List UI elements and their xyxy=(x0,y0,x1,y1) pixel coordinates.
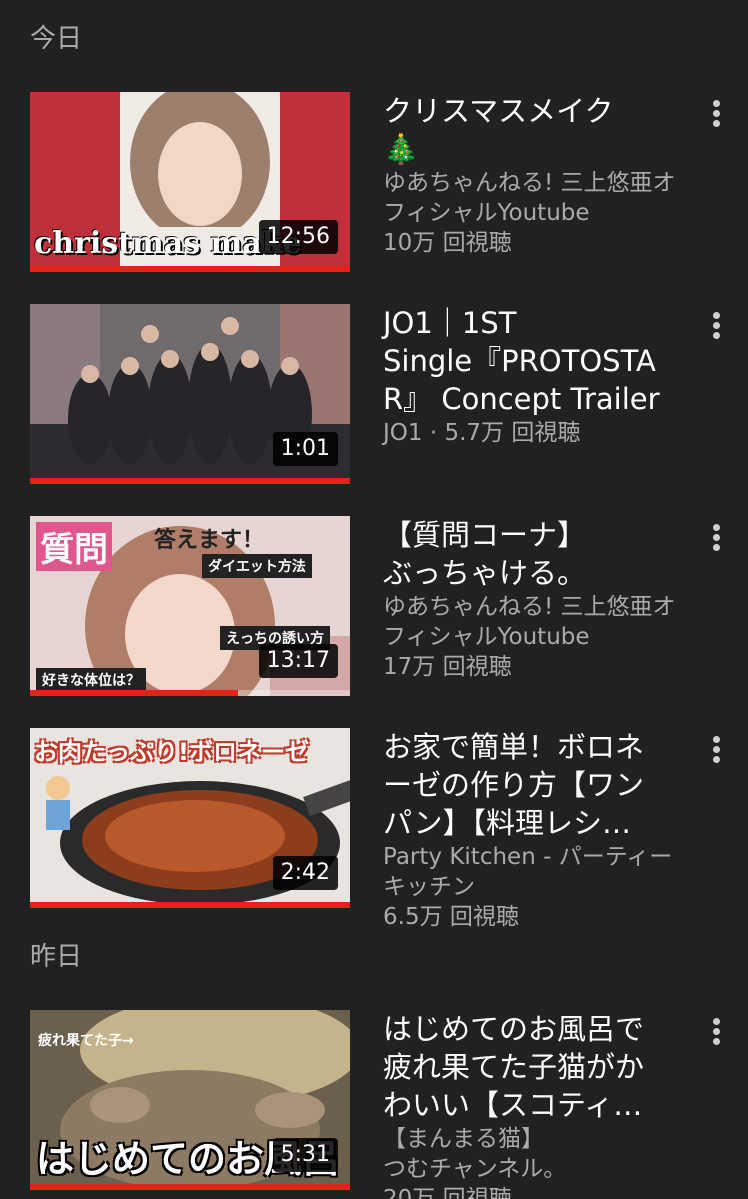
thumbnail-tag: 答えます！ xyxy=(154,528,265,553)
video-info[interactable]: 【質問コーナ】 ぶっちゃける。 ゆあちゃんねる! 三上悠亜オ フィシャルYout… xyxy=(383,516,703,682)
more-vert-icon[interactable] xyxy=(704,310,728,344)
video-info[interactable]: お家で簡単！ボロネ ーゼの作り方【ワン パン】【料理レシ… Party Kitc… xyxy=(383,728,703,932)
video-thumbnail[interactable]: 質問 答えます！ ダイエット方法 えっちの誘い方 好きな体位は？ 13:17 xyxy=(30,516,350,696)
video-title-line: クリスマスメイク xyxy=(383,94,614,128)
video-item[interactable]: christmas make 12:56 クリスマスメイク 🎄 ゆあちゃんねる!… xyxy=(0,92,748,282)
channel-line: ゆあちゃんねる! 三上悠亜オ xyxy=(383,170,676,196)
video-item[interactable]: 疲れ果てた子→ はじめてのお風呂 5:31 はじめてのお風呂で 疲れ果てた子猫が… xyxy=(0,1010,748,1199)
video-title-line: R』 Concept Trailer xyxy=(383,382,660,416)
video-title[interactable]: お家で簡単！ボロネ ーゼの作り方【ワン パン】【料理レシ… xyxy=(383,728,703,842)
video-title-line: 【質問コーナ】 xyxy=(383,518,587,552)
video-title-line: Single『PROTOSTA xyxy=(383,344,656,378)
channel-name: 【まんまる猫】 つむチャンネル。 xyxy=(383,1124,703,1184)
watch-history-page: 今日 christmas make 12:56 クリスマスメイク 🎄 ゆあちゃん… xyxy=(0,0,748,1199)
video-title-line: パン】【料理レシ… xyxy=(383,806,631,840)
channel-name: ゆあちゃんねる! 三上悠亜オ フィシャルYoutube xyxy=(383,168,703,228)
channel-line: 【まんまる猫】 xyxy=(383,1126,544,1152)
video-thumbnail[interactable]: お肉たっぷり!ボロネーゼ 2:42 xyxy=(30,728,350,908)
more-vert-icon[interactable] xyxy=(704,98,728,132)
section-header-today: 今日 xyxy=(30,24,83,54)
video-info[interactable]: JO1｜1ST Single『PROTOSTA R』 Concept Trail… xyxy=(383,304,703,448)
watch-progress-bar xyxy=(30,902,350,908)
view-count: 10万 回視聴 xyxy=(383,230,512,256)
video-thumbnail[interactable]: 1:01 xyxy=(30,304,350,484)
watch-progress-bar xyxy=(30,478,350,484)
thumbnail-tag: ダイエット方法 xyxy=(202,554,312,578)
video-info[interactable]: クリスマスメイク 🎄 ゆあちゃんねる! 三上悠亜オ フィシャルYoutube 1… xyxy=(383,92,703,258)
video-title[interactable]: 【質問コーナ】 ぶっちゃける。 xyxy=(383,516,703,592)
channel-line: フィシャルYoutube xyxy=(383,624,590,650)
channel-line: つむチャンネル。 xyxy=(383,1156,567,1182)
thumbnail-small-text: 疲れ果てた子→ xyxy=(38,1033,134,1049)
video-title-line: お家で簡単！ボロネ xyxy=(383,730,645,764)
view-count: 17万 回視聴 xyxy=(383,654,512,680)
more-vert-icon[interactable] xyxy=(704,522,728,556)
video-thumbnail[interactable]: 疲れ果てた子→ はじめてのお風呂 5:31 xyxy=(30,1010,350,1190)
video-item[interactable]: お肉たっぷり!ボロネーゼ 2:42 お家で簡単！ボロネ ーゼの作り方【ワン パン… xyxy=(0,728,748,930)
video-info[interactable]: はじめてのお風呂で 疲れ果てた子猫がか わいい【スコティ… 【まんまる猫】 つむ… xyxy=(383,1010,703,1199)
video-title-line: 🎄 xyxy=(383,132,420,166)
duration-badge: 5:31 xyxy=(272,1138,338,1172)
video-title-line: ぶっちゃける。 xyxy=(383,556,587,590)
channel-line: キッチン xyxy=(383,874,475,900)
video-item[interactable]: 1:01 JO1｜1ST Single『PROTOSTA R』 Concept … xyxy=(0,304,748,494)
channel-line: Party Kitchen - パーティー xyxy=(383,844,673,870)
video-title[interactable]: はじめてのお風呂で 疲れ果てた子猫がか わいい【スコティ… xyxy=(383,1010,703,1124)
more-vert-icon[interactable] xyxy=(704,1016,728,1050)
video-title[interactable]: クリスマスメイク 🎄 xyxy=(383,92,703,168)
channel-name: Party Kitchen - パーティー キッチン xyxy=(383,842,703,902)
watch-progress-bar xyxy=(30,266,350,272)
video-title-line: わいい【スコティ… xyxy=(383,1088,643,1122)
channel-name: ゆあちゃんねる! 三上悠亜オ フィシャルYoutube xyxy=(383,592,703,652)
video-title-line: JO1｜1ST xyxy=(383,306,517,340)
view-count: 20万 回視聴 xyxy=(383,1186,512,1199)
view-count: 6.5万 回視聴 xyxy=(383,904,519,930)
channel-and-views: JO1 · 5.7万 回視聴 xyxy=(383,420,581,446)
duration-badge: 13:17 xyxy=(258,644,338,678)
video-title[interactable]: JO1｜1ST Single『PROTOSTA R』 Concept Trail… xyxy=(383,304,703,418)
thumbnail-tag: 好きな体位は？ xyxy=(36,668,146,692)
duration-badge: 2:42 xyxy=(272,856,338,890)
section-header-yesterday: 昨日 xyxy=(30,942,83,972)
channel-line: フィシャルYoutube xyxy=(383,200,590,226)
video-title-line: ーゼの作り方【ワン xyxy=(383,768,645,802)
video-title-line: 疲れ果てた子猫がか xyxy=(383,1050,645,1084)
more-vert-icon[interactable] xyxy=(704,734,728,768)
watch-progress-bar xyxy=(30,690,238,696)
duration-badge: 1:01 xyxy=(272,432,338,466)
watch-progress-bar xyxy=(30,1184,350,1190)
video-thumbnail[interactable]: christmas make 12:56 xyxy=(30,92,350,272)
thumbnail-caption: お肉たっぷり!ボロネーゼ xyxy=(34,738,309,766)
video-item[interactable]: 質問 答えます！ ダイエット方法 えっちの誘い方 好きな体位は？ 13:17 【… xyxy=(0,516,748,706)
channel-line: ゆあちゃんねる! 三上悠亜オ xyxy=(383,594,676,620)
video-title-line: はじめてのお風呂で xyxy=(383,1012,645,1046)
duration-badge: 12:56 xyxy=(258,220,338,254)
thumbnail-tag: 質問 xyxy=(36,522,112,571)
